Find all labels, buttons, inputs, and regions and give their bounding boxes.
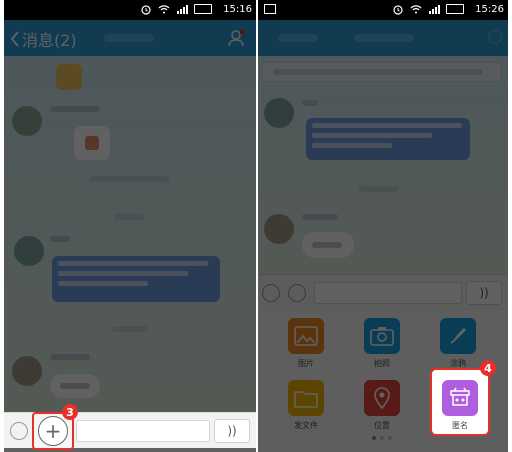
chat-area (258, 56, 508, 274)
camera-icon (364, 318, 400, 354)
chat-header (258, 20, 508, 56)
folder-icon (288, 380, 324, 416)
avatar (264, 98, 294, 128)
profile-icon[interactable] (226, 28, 246, 52)
chat-input-bar: )) (258, 274, 508, 310)
keyboard-icon[interactable] (288, 284, 306, 302)
page-indicator (372, 436, 392, 440)
emoji-icon[interactable] (10, 422, 28, 440)
brush-icon (440, 318, 476, 354)
avatar (12, 356, 42, 386)
anonymous-icon (442, 380, 478, 416)
message-bubble (74, 126, 110, 160)
profile-icon[interactable] (488, 30, 502, 44)
alarm-icon (140, 3, 152, 15)
sender-name (50, 236, 70, 242)
sender-name (302, 100, 318, 106)
message-bubble (302, 232, 354, 258)
chat-header: 消息(2) (4, 20, 256, 56)
plus-button[interactable]: + (38, 416, 68, 446)
status-icons (140, 3, 212, 15)
wifi-icon (410, 3, 422, 15)
step-badge: 3 (62, 404, 78, 420)
sender-name (50, 106, 100, 112)
status-bar: 15:16 (4, 0, 256, 20)
timestamp (112, 326, 148, 332)
panel-item-label: 拍照 (374, 359, 390, 368)
status-bar: 15:26 (258, 0, 508, 20)
status-icons (392, 3, 464, 15)
back-title-blurred (278, 34, 318, 42)
timestamp (114, 214, 144, 220)
battery-icon (446, 4, 464, 14)
battery-icon (194, 4, 212, 14)
message-input[interactable] (314, 282, 462, 304)
panel-item-label: 位置 (374, 421, 390, 430)
sticker-image (56, 64, 82, 90)
message-bubble (50, 374, 100, 398)
step-badge: 4 (480, 360, 496, 376)
chevron-left-icon (10, 31, 19, 47)
sender-name (50, 354, 90, 360)
timestamp (90, 176, 170, 182)
left-phone-screen: 15:16 消息(2))) + 3 (4, 0, 256, 452)
location-icon (364, 380, 400, 416)
wifi-icon (158, 3, 170, 15)
panel-item-label: 发文件 (294, 421, 318, 430)
chat-area (4, 56, 256, 412)
timestamp (358, 186, 398, 192)
voice-button[interactable]: )) (214, 419, 250, 443)
notification-icon (264, 4, 276, 14)
sender-name (302, 214, 338, 220)
message-input[interactable] (76, 420, 210, 442)
panel-item-label: 匿名 (452, 421, 468, 430)
avatar (14, 236, 44, 266)
signal-icon (176, 3, 188, 15)
avatar (12, 106, 42, 136)
voice-button[interactable]: )) (466, 281, 502, 305)
plus-icon: + (44, 419, 62, 443)
message-bubble (52, 256, 220, 302)
back-title: 消息(2) (22, 31, 77, 50)
anonymous-highlight[interactable]: 匿名 (430, 368, 490, 436)
notice-banner (262, 62, 502, 82)
signal-icon (428, 3, 440, 15)
right-phone-screen: 15:26 )) 图片 拍照 涂鸦 发文件 位置 匿名 4 (258, 0, 508, 452)
panel-item-label: 图片 (298, 359, 314, 368)
status-time: 15:26 (475, 4, 504, 15)
status-time: 15:16 (223, 4, 252, 15)
chat-title-blurred (354, 34, 414, 42)
alarm-icon (392, 3, 404, 15)
chat-title-blurred (104, 34, 154, 42)
back-button[interactable]: 消息(2) (10, 27, 77, 51)
image-icon (288, 318, 324, 354)
avatar (264, 214, 294, 244)
message-bubble (306, 118, 470, 160)
emoji-icon[interactable] (262, 284, 280, 302)
